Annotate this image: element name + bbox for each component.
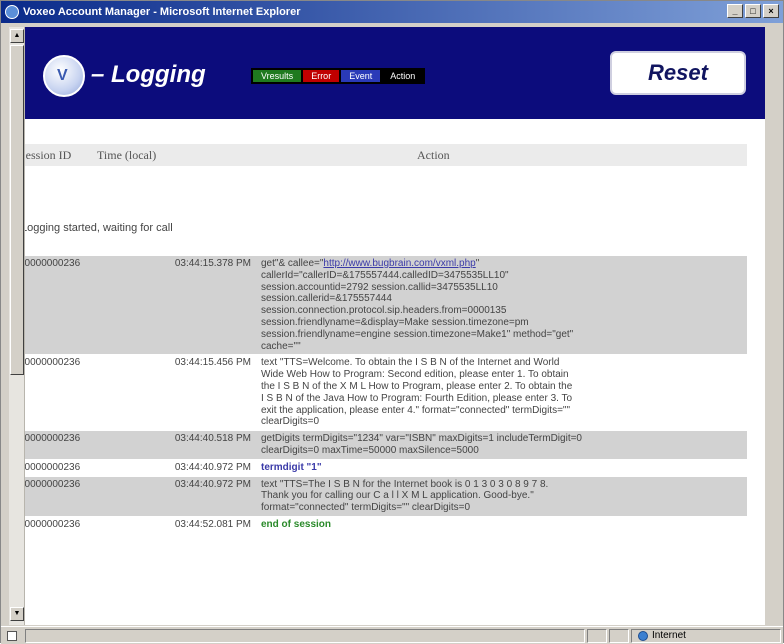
page-viewport: V – Logging Vresults Error Event Action … <box>9 27 765 625</box>
log-action-line: I S B N of the Java How to Program: Four… <box>261 392 573 404</box>
log-column-headers: Session ID Time (local) Action <box>17 144 747 166</box>
vxml-url-link[interactable]: http://www.bugbrain.com/vxml.php <box>323 258 475 269</box>
log-action: get"& callee="http://www.bugbrain.com/vx… <box>255 256 747 354</box>
log-time: 03:44:40.972 PM <box>174 461 251 473</box>
log-action-line: Wide Web How to Program: Second edition,… <box>261 369 569 381</box>
logging-started-message: Logging started, waiting for call <box>21 222 173 234</box>
log-row: 00000000236 03:44:52.081 PM end of session <box>17 517 747 534</box>
log-row: 00000000236 03:44:15.456 PM text "TTS=Welc… <box>17 355 747 432</box>
log-time: 03:44:40.972 PM <box>174 478 251 490</box>
log-action: text "TTS=Welcome. To obtain the I S B N… <box>255 355 747 430</box>
status-bar: Internet <box>1 626 783 644</box>
scroll-down-arrow[interactable]: ▼ <box>10 607 24 621</box>
log-row: 00000000236 03:44:40.518 PM getDigits term… <box>17 431 747 460</box>
internet-globe-icon <box>638 630 648 641</box>
status-segment <box>587 628 607 643</box>
log-action-line: callerId="callerID=&175557444.calledID=3… <box>261 269 509 281</box>
window-controls: _ □ × <box>727 4 779 18</box>
legend-vresults: Vresults <box>253 70 304 82</box>
log-time: 03:44:40.518 PM <box>174 433 251 445</box>
log-table: 00000000236 03:44:15.378 PM get"& callee="… <box>17 256 747 534</box>
close-button[interactable]: × <box>763 4 779 18</box>
log-action: termdigit "1" <box>255 460 747 476</box>
log-action-line: exit the application, please enter 4." f… <box>261 404 571 416</box>
legend-action: Action <box>382 70 424 82</box>
log-action-line: the I S B N of the X M L How to Program,… <box>261 380 573 392</box>
log-action-line: session.connection.protocol.sip.headers.… <box>261 305 507 317</box>
page-title: – Logging <box>91 61 206 88</box>
log-action: end of session <box>255 517 747 533</box>
page-header: V – Logging Vresults Error Event Action … <box>25 27 765 119</box>
log-action-line: session.friendlyname=engine session.time… <box>261 328 574 340</box>
log-action-line: session.callerid=&175557444 <box>261 293 392 305</box>
col-time: Time (local) <box>97 147 157 162</box>
log-color-legend: Vresults Error Event Action <box>251 68 426 84</box>
browser-window: Voxeo Account Manager - Microsoft Intern… <box>0 0 784 644</box>
log-row: 00000000236 03:44:15.378 PM get"& callee="… <box>17 256 747 356</box>
title-bar: Voxeo Account Manager - Microsoft Intern… <box>1 1 783 23</box>
log-session-id: 00000000236 <box>19 461 81 473</box>
log-action-line: session.accountid=2792 session.callid=34… <box>261 281 498 293</box>
log-time: 03:44:15.456 PM <box>174 357 251 369</box>
log-action-line: cache="" <box>261 340 301 352</box>
log-time: 03:44:52.081 PM <box>174 518 251 530</box>
log-session-id: 00000000236 <box>19 258 81 269</box>
log-action-line: getDigits termDigits="1234" var="ISBN" m… <box>261 433 582 445</box>
legend-event: Event <box>341 70 383 82</box>
security-zone: Internet <box>631 628 781 643</box>
log-action: text "TTS=The I S B N for the Internet b… <box>255 477 747 516</box>
log-session-id: 00000000236 <box>19 433 81 445</box>
log-session-id: 00000000236 <box>19 518 81 530</box>
maximize-button[interactable]: □ <box>745 4 761 18</box>
scroll-up-arrow[interactable]: ▲ <box>10 29 24 43</box>
log-action-line: text "TTS=The I S B N for the Internet b… <box>261 478 549 490</box>
log-action-line: format="connected" termDigits="" clearDi… <box>261 502 471 514</box>
log-action-line: session.friendlyname=&display=Make sessi… <box>261 316 529 328</box>
col-action: Action <box>417 147 450 162</box>
reset-button[interactable]: Reset <box>610 51 746 95</box>
vertical-scrollbar[interactable]: ▲ ▼ <box>9 27 25 625</box>
ie-icon <box>5 5 19 19</box>
zone-label: Internet <box>652 630 686 641</box>
log-action: getDigits termDigits="1234" var="ISBN" m… <box>255 431 747 459</box>
status-segment <box>609 628 629 643</box>
page-done-icon <box>7 630 17 641</box>
log-event: termdigit "1" <box>261 461 322 473</box>
log-session-id: 00000000236 <box>19 357 81 369</box>
log-action-line: clearDigits=0 maxTime=50000 maxSilence=5… <box>261 444 479 456</box>
legend-error: Error <box>303 70 342 82</box>
scroll-thumb[interactable] <box>10 45 24 375</box>
log-action-line: get"& callee="http://www.bugbrain.com/vx… <box>261 258 480 269</box>
col-session-id: Session ID <box>19 147 72 162</box>
log-action-line: text "TTS=Welcome. To obtain the I S B N… <box>261 357 560 369</box>
log-vresult: end of session <box>261 518 332 530</box>
window-title: Voxeo Account Manager - Microsoft Intern… <box>23 6 301 18</box>
log-action-line: clearDigits=0 <box>261 416 320 428</box>
log-session-id: 00000000236 <box>19 478 81 490</box>
log-row: 00000000236 03:44:40.972 PM text "TTS=The … <box>17 476 747 517</box>
log-time: 03:44:15.378 PM <box>174 258 251 269</box>
log-row: 00000000236 03:44:40.972 PM termdigit "1" <box>17 460 747 477</box>
voxeo-logo: V <box>43 55 85 97</box>
log-action-line: Thank you for calling our C a l l X M L … <box>261 490 534 502</box>
status-text-area <box>25 628 585 643</box>
minimize-button[interactable]: _ <box>727 4 743 18</box>
